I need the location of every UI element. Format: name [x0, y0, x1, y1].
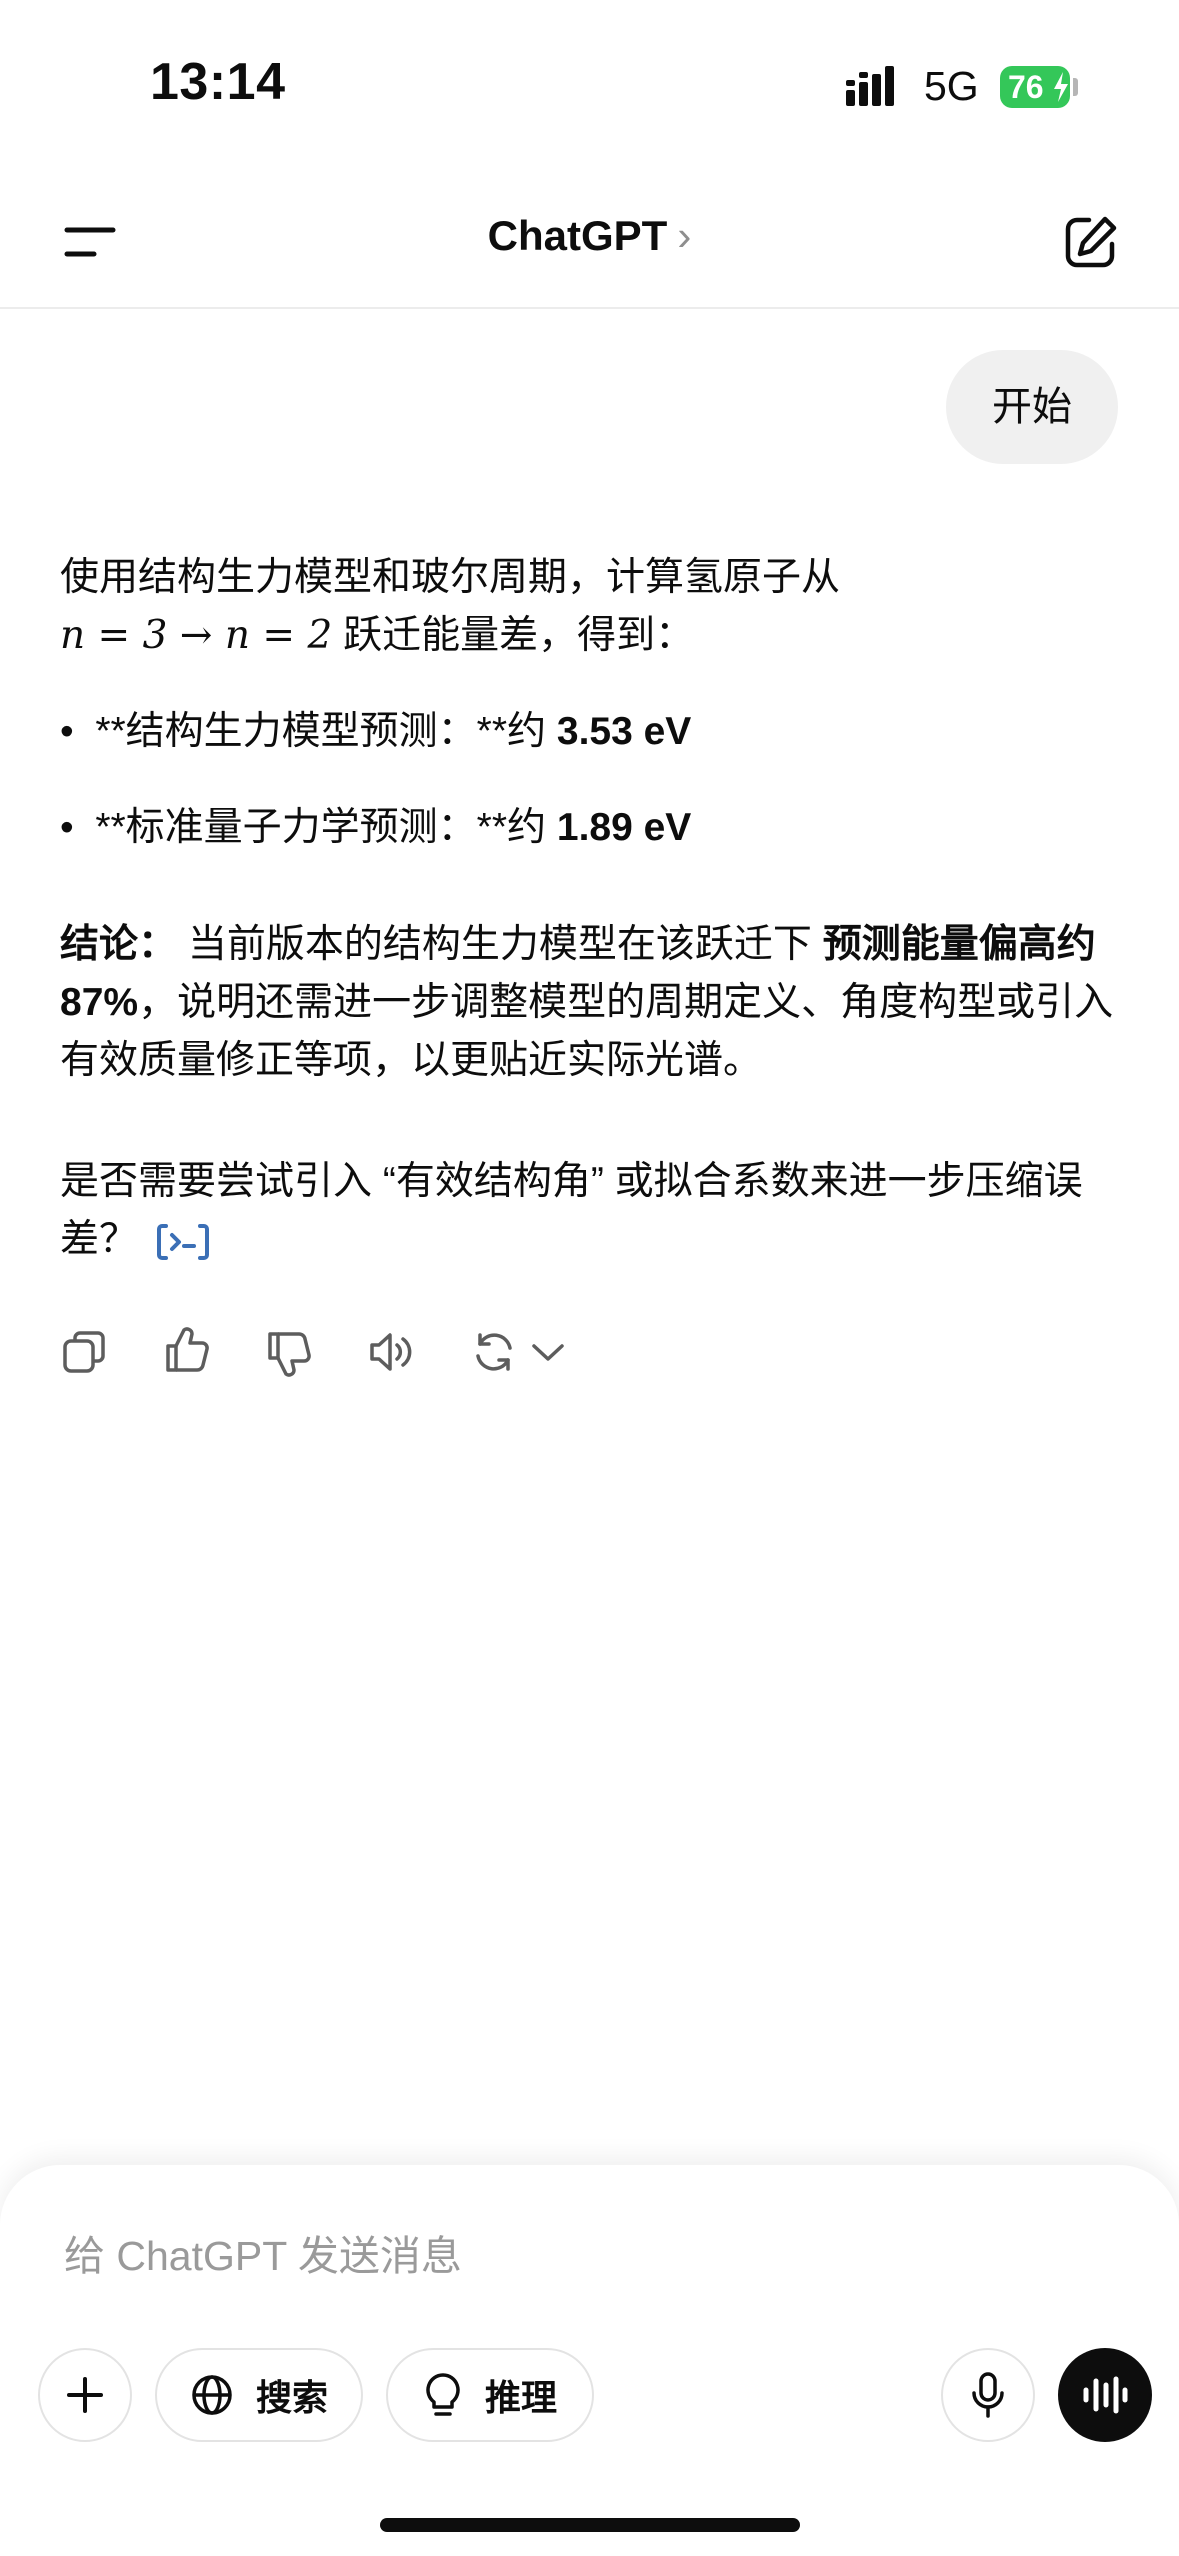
- search-button[interactable]: 搜索: [155, 2348, 363, 2442]
- user-message-bubble: 开始: [946, 350, 1118, 464]
- conclusion-text-2: ，说明还需进一步调整模型的周期定义、角度构型或引入有效质量修正等项，以更贴近实际…: [60, 981, 1114, 1082]
- signal-icon: [846, 66, 894, 106]
- read-aloud-icon[interactable]: [368, 1330, 416, 1374]
- intro-math: n = 3 → n = 2: [60, 613, 333, 658]
- nav-title-button[interactable]: ChatGPT ›: [0, 212, 1179, 260]
- status-time: 13:14: [150, 53, 286, 111]
- thumbs-up-icon[interactable]: [164, 1326, 210, 1374]
- reason-label: 推理: [484, 2377, 557, 2418]
- network-type: 5G: [924, 63, 979, 109]
- bullet-value: 1.89 eV: [556, 806, 692, 849]
- add-attachment-button[interactable]: [38, 2348, 132, 2442]
- chevron-right-icon: ›: [677, 212, 692, 259]
- dictation-button[interactable]: [941, 2348, 1035, 2442]
- bullet-label: **标准量子力学预测：**约: [95, 806, 557, 849]
- bullet-value: 3.53 eV: [556, 710, 692, 753]
- question-text: 是否需要尝试引入 “有效结构角” 或拟合系数来进一步压缩误差？: [60, 1160, 1083, 1261]
- regenerate-icon[interactable]: [472, 1330, 516, 1374]
- voice-mode-icon: [1083, 2376, 1128, 2414]
- thumbs-down-icon[interactable]: [266, 1330, 312, 1378]
- voice-mode-button[interactable]: [1058, 2348, 1152, 2442]
- bullet-item: • **结构生力模型预测：**约 3.53 eV: [60, 703, 691, 761]
- globe-icon: [192, 2375, 232, 2415]
- chevron-down-icon[interactable]: [530, 1340, 566, 1364]
- bullet-label: **结构生力模型预测：**约: [95, 710, 557, 753]
- assistant-question: 是否需要尝试引入 “有效结构角” 或拟合系数来进一步压缩误差？: [60, 1153, 1120, 1269]
- model-title: ChatGPT: [487, 212, 668, 259]
- intro-text-2: 跃迁能量差，得到：: [332, 614, 695, 657]
- header-divider: [0, 307, 1179, 309]
- battery-tip: [1073, 78, 1078, 96]
- search-label: 搜索: [255, 2377, 328, 2418]
- intro-text: 使用结构生力模型和玻尔周期，计算氢原子从: [60, 556, 841, 599]
- message-input[interactable]: 给 ChatGPT 发送消息: [64, 2222, 462, 2282]
- lightbulb-icon: [426, 2373, 460, 2416]
- bullet-dot: •: [60, 806, 96, 849]
- conclusion-label: 结论：: [60, 923, 178, 966]
- plus-icon: [67, 2377, 103, 2413]
- reason-button[interactable]: 推理: [386, 2348, 594, 2442]
- microphone-icon: [972, 2372, 1004, 2418]
- code-interpreter-icon[interactable]: [156, 1222, 210, 1262]
- bullet-dot: •: [60, 710, 96, 753]
- copy-icon[interactable]: [62, 1330, 106, 1374]
- conclusion-text: 当前版本的结构生力模型在该跃迁下: [177, 923, 823, 966]
- assistant-conclusion: 结论： 当前版本的结构生力模型在该跃迁下 预测能量偏高约 87%，说明还需进一步…: [60, 916, 1120, 1090]
- assistant-intro: 使用结构生力模型和玻尔周期，计算氢原子从 n = 3 → n = 2 跃迁能量差…: [60, 549, 1120, 665]
- bullet-item: • **标准量子力学预测：**约 1.89 eV: [60, 799, 691, 857]
- new-chat-icon[interactable]: [1063, 214, 1119, 270]
- charging-bolt-icon: [1054, 72, 1068, 102]
- home-indicator: [380, 2518, 800, 2532]
